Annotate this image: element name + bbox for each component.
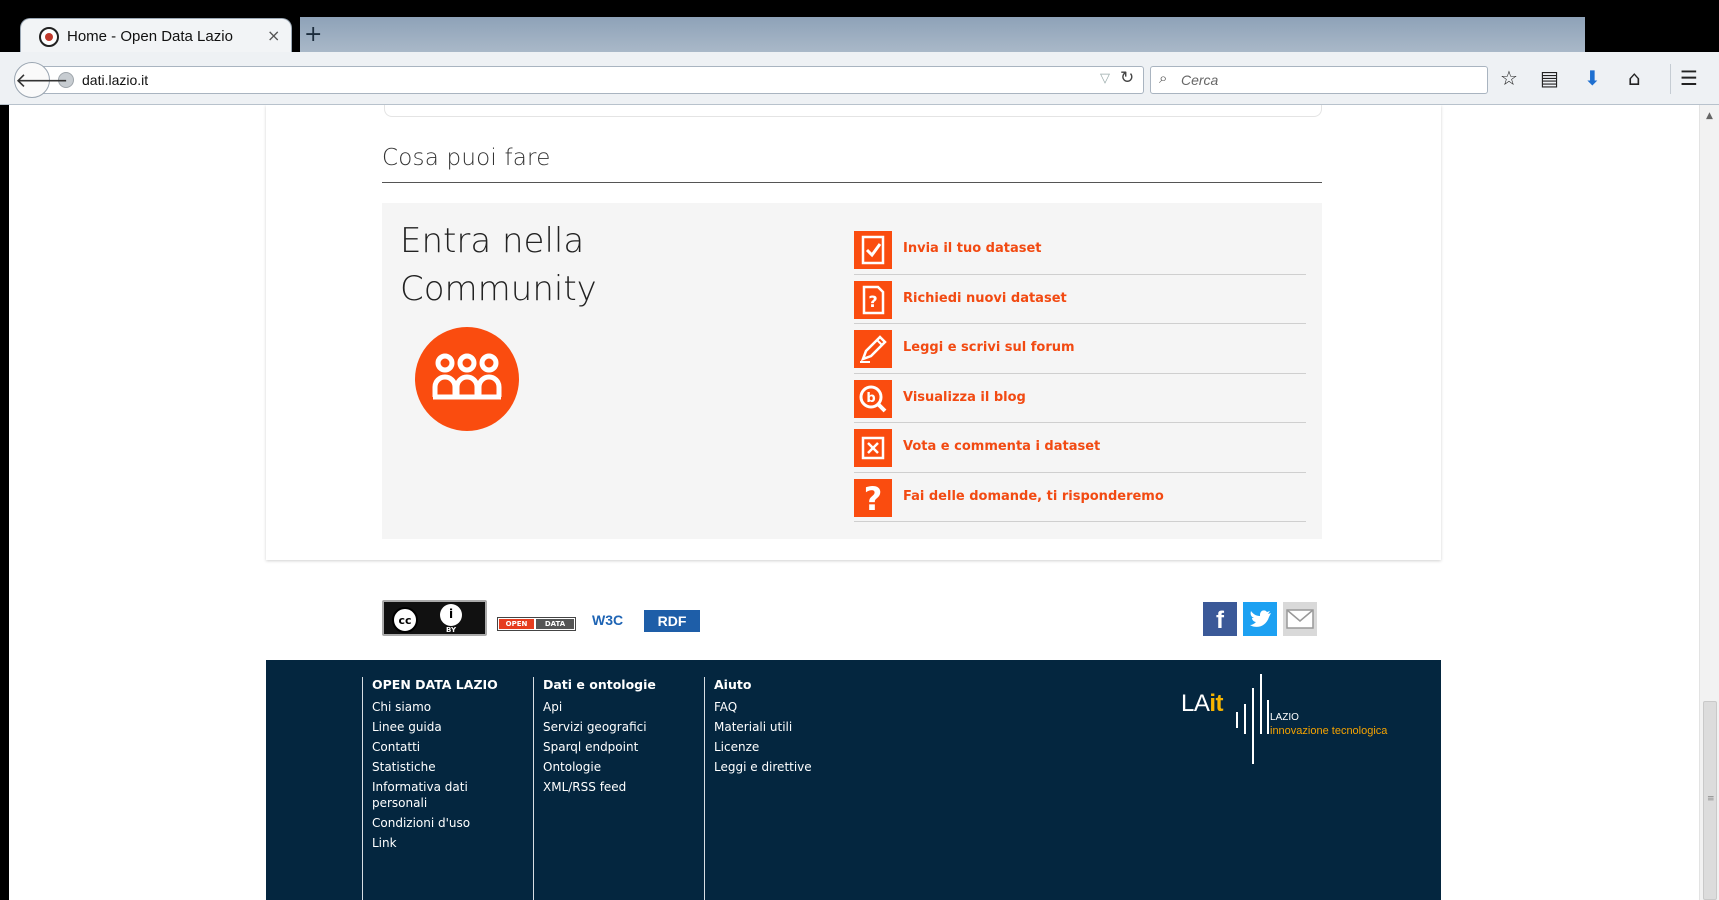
- action-item[interactable]: b Visualizza il blog: [854, 374, 1306, 423]
- pencil-icon: [854, 330, 892, 368]
- footer-link[interactable]: XML/RSS feed: [543, 779, 678, 795]
- section-divider: [382, 182, 1322, 183]
- community-people-icon: [415, 327, 519, 431]
- bookmarks-list-icon[interactable]: ▤: [1540, 66, 1559, 90]
- w3c-logo[interactable]: W3C: [592, 612, 623, 628]
- tab-bar: Home - Open Data Lazio × +: [0, 0, 1719, 54]
- open-data-badge[interactable]: OPEN DATA: [497, 617, 576, 631]
- lait-logo[interactable]: LAit LAZIO innovazione tecnologica: [1181, 672, 1401, 764]
- checklist-icon: [854, 231, 892, 269]
- twitter-icon[interactable]: [1243, 602, 1277, 636]
- reload-icon[interactable]: ↻: [1120, 68, 1134, 88]
- community-panel: Entra nella Community Invia il tuo datas…: [382, 203, 1322, 539]
- creative-commons-badge[interactable]: cc i BY: [382, 600, 487, 636]
- site-favicon-icon: [39, 27, 59, 47]
- history-dropdown-icon[interactable]: ▽: [1100, 71, 1110, 86]
- rdf-badge[interactable]: RDF: [644, 610, 700, 632]
- cc-icon: cc: [392, 607, 418, 633]
- new-tab-button[interactable]: +: [304, 22, 322, 47]
- vertical-scrollbar[interactable]: ▲ ≡: [1699, 105, 1719, 900]
- action-item[interactable]: ? Richiedi nuovi dataset: [854, 275, 1306, 324]
- address-bar[interactable]: dati.lazio.it ▽ ↻: [36, 66, 1144, 94]
- action-item[interactable]: Leggi e scrivi sul forum: [854, 324, 1306, 374]
- footer-link[interactable]: Leggi e direttive: [714, 759, 849, 775]
- browser-tab[interactable]: Home - Open Data Lazio ×: [20, 18, 292, 54]
- previous-section-box: [384, 105, 1322, 117]
- svg-text:?: ?: [868, 292, 877, 311]
- tab-title: Home - Open Data Lazio: [67, 28, 233, 45]
- close-tab-icon[interactable]: ×: [267, 26, 280, 45]
- home-icon[interactable]: ⌂: [1628, 66, 1641, 90]
- footer-column-aiuto: Aiuto FAQ Materiali utili Licenze Leggi …: [714, 677, 849, 779]
- search-placeholder: Cerca: [1181, 72, 1219, 88]
- footer-link[interactable]: FAQ: [714, 699, 849, 715]
- svg-text:b: b: [866, 391, 875, 406]
- bookmark-star-icon[interactable]: ☆: [1500, 66, 1518, 90]
- footer-link[interactable]: Materiali utili: [714, 719, 849, 735]
- search-input[interactable]: ⌕ Cerca: [1150, 66, 1488, 94]
- search-icon: ⌕: [1159, 69, 1168, 87]
- page-viewport: Cosa puoi fare Entra nella Community Inv…: [9, 105, 1699, 900]
- svg-text:?: ?: [864, 480, 883, 517]
- attribution-icon: i: [440, 604, 462, 626]
- menu-icon[interactable]: ☰: [1680, 66, 1698, 90]
- actions-list: Invia il tuo dataset ? Richiedi nuovi da…: [854, 225, 1306, 522]
- action-item[interactable]: Vota e commenta i dataset: [854, 423, 1306, 473]
- browser-window: Home - Open Data Lazio × + dati.lazio.it…: [0, 0, 1719, 900]
- vote-box-icon: [854, 429, 892, 467]
- action-item[interactable]: Invia il tuo dataset: [854, 225, 1306, 275]
- footer-link[interactable]: Chi siamo: [372, 699, 507, 715]
- action-item[interactable]: ? Fai delle domande, ti risponderemo: [854, 473, 1306, 522]
- url-text[interactable]: dati.lazio.it: [82, 72, 148, 88]
- content-card: Cosa puoi fare Entra nella Community Inv…: [266, 105, 1441, 560]
- facebook-icon[interactable]: f: [1203, 602, 1237, 636]
- footer-link[interactable]: Sparql endpoint: [543, 739, 678, 755]
- footer-link[interactable]: Link: [372, 835, 507, 851]
- site-footer: OPEN DATA LAZIO Chi siamo Linee guida Co…: [266, 660, 1441, 900]
- footer-link[interactable]: Linee guida: [372, 719, 507, 735]
- footer-column-dati-ontologie: Dati e ontologie Api Servizi geografici …: [543, 677, 678, 799]
- footer-link[interactable]: Api: [543, 699, 678, 715]
- footer-link[interactable]: Ontologie: [543, 759, 678, 775]
- footer-link[interactable]: Condizioni d'uso: [372, 815, 507, 831]
- scrollbar-thumb[interactable]: ≡: [1703, 701, 1717, 900]
- navigation-toolbar: dati.lazio.it ▽ ↻ 🡐 ⌕ Cerca ☆ ▤ ⬇ ⌂ ☰: [0, 52, 1719, 105]
- footer-link[interactable]: Contatti: [372, 739, 507, 755]
- section-title: Cosa puoi fare: [382, 145, 551, 171]
- footer-link[interactable]: Informativa dati personali: [372, 779, 507, 811]
- blog-search-icon: b: [854, 379, 892, 418]
- community-title: Entra nella Community: [400, 221, 597, 309]
- scroll-up-arrow-icon[interactable]: ▲: [1706, 111, 1713, 121]
- download-icon[interactable]: ⬇: [1584, 66, 1601, 90]
- footer-link[interactable]: Servizi geografici: [543, 719, 678, 735]
- footer-column-open-data-lazio: OPEN DATA LAZIO Chi siamo Linee guida Co…: [372, 677, 507, 855]
- tab-strip: [300, 17, 1585, 52]
- back-button[interactable]: 🡐: [14, 62, 69, 98]
- back-arrow-icon: 🡐: [15, 68, 69, 92]
- footer-link[interactable]: Statistiche: [372, 759, 507, 775]
- question-mark-icon: ?: [854, 478, 892, 518]
- email-icon[interactable]: [1283, 602, 1317, 636]
- footer-link[interactable]: Licenze: [714, 739, 849, 755]
- question-document-icon: ?: [854, 280, 892, 319]
